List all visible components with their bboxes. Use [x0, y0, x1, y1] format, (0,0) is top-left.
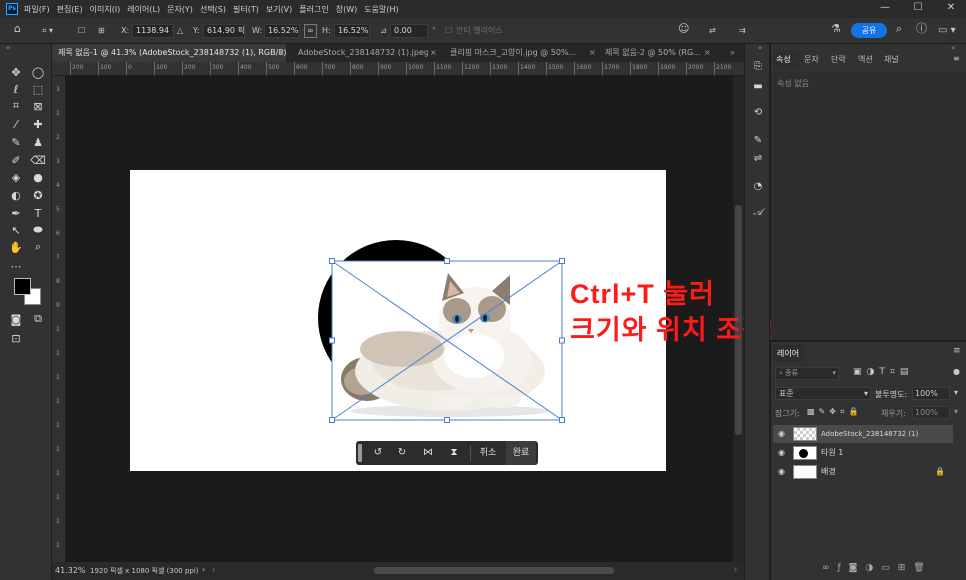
- visibility-eye-icon[interactable]: ◉: [778, 463, 785, 481]
- tab-channels[interactable]: 채널: [884, 54, 899, 65]
- confirm-button[interactable]: 완료: [506, 441, 536, 465]
- visibility-eye-icon[interactable]: ◉: [778, 425, 785, 443]
- collapse-panel-icon[interactable]: «: [951, 44, 955, 52]
- drag-handle[interactable]: [358, 444, 362, 462]
- flip-vertical-icon[interactable]: ⧗: [444, 441, 464, 465]
- lock-label: 잠그기:: [775, 409, 800, 418]
- chevron-down-icon: ▾: [863, 389, 868, 398]
- no-properties-text: 속성 없음: [777, 79, 809, 88]
- layers-menu-icon[interactable]: ≡: [953, 346, 961, 356]
- transform-handle: [444, 417, 450, 423]
- comments-panel-icon[interactable]: ▬: [750, 80, 766, 94]
- expand-dock-icon[interactable]: »: [758, 44, 762, 52]
- history-panel-icon[interactable]: ⟲: [750, 106, 766, 120]
- transform-context-bar: ↺ ↻ ⋈ ⧗ 취소 완료: [356, 441, 538, 465]
- scroll-right-icon[interactable]: ›: [734, 565, 737, 574]
- lock-icons[interactable]: ▩✎✥⌗🔒: [807, 407, 862, 417]
- layer-filter-field[interactable]: ⌕ 종류 ▾: [775, 367, 839, 380]
- rotate-right-icon[interactable]: ↻: [392, 441, 412, 465]
- fill-field[interactable]: 100%: [912, 406, 950, 419]
- layer-thumbnail: [793, 427, 817, 441]
- transform-handle: [444, 258, 450, 264]
- horizontal-scrollbar-thumb[interactable]: [374, 567, 614, 574]
- tab-layers[interactable]: 레이어: [777, 348, 799, 359]
- opacity-label: 불투명도:: [875, 390, 908, 399]
- layer-name: 타원 1: [821, 448, 844, 457]
- layer-row[interactable]: ◉ 배경 🔒: [773, 463, 953, 481]
- chevron-down-icon: ▾: [832, 369, 836, 377]
- transform-handle: [329, 258, 335, 264]
- status-bar: 41.32% 1920 픽셀 x 1080 픽셀 (300 ppi) › ‹ ›: [52, 562, 744, 580]
- panel-dock-strip: » ⎘ ▬ ⟲ ✎ ⇌ ◔ 𝒜: [744, 44, 770, 580]
- tab-paragraph[interactable]: 단락: [831, 54, 846, 65]
- zoom-level[interactable]: 41.32%: [55, 566, 86, 575]
- fill-label: 채우기:: [881, 409, 906, 418]
- ellipse-thumbnail-icon: [799, 449, 808, 458]
- transform-handle: [559, 337, 565, 344]
- tab-properties[interactable]: 속성: [776, 54, 791, 65]
- blend-mode-value: 표준: [779, 389, 794, 398]
- adjustments-panel-icon[interactable]: ⇌: [750, 152, 766, 166]
- opacity-dropdown-icon[interactable]: ▾: [954, 388, 958, 397]
- opacity-field[interactable]: 100%: [912, 387, 950, 400]
- transform-handle: [559, 417, 565, 423]
- transform-handle: [329, 337, 335, 344]
- opacity-value: 100%: [915, 389, 938, 398]
- scroll-left-icon[interactable]: ‹: [212, 565, 215, 574]
- document-info: 1920 픽셀 x 1080 픽셀 (300 ppi): [90, 567, 199, 575]
- visibility-eye-icon[interactable]: ◉: [778, 444, 785, 462]
- tab-actions[interactable]: 액션: [858, 54, 873, 65]
- layer-row[interactable]: ◉ 타원 1: [773, 444, 953, 462]
- layer-name: 배경: [821, 467, 836, 476]
- properties-body: 속성 없음: [771, 72, 966, 340]
- fill-dropdown-icon[interactable]: ▾: [954, 407, 958, 416]
- fill-value: 100%: [915, 408, 938, 417]
- layer-row[interactable]: ◉ AdobeStock_238148732 (1): [773, 425, 953, 443]
- blend-mode-select[interactable]: 표준 ▾: [775, 387, 871, 400]
- transform-handle: [559, 258, 565, 264]
- learn-panel-icon[interactable]: ⎘: [750, 60, 766, 74]
- photoshop-window: Ps 파일(F) 편집(E) 이미지(I) 레이어(L) 문자(Y) 선택(S)…: [0, 0, 966, 580]
- flip-horizontal-icon[interactable]: ⋈: [418, 441, 438, 465]
- layer-name: AdobeStock_238148732 (1): [821, 430, 919, 438]
- filter-toggle-icon[interactable]: ●: [953, 367, 960, 376]
- layer-thumbnail: [793, 465, 817, 479]
- toolbar-divider: [470, 445, 471, 461]
- layer-filter-icons[interactable]: ▣◑T⌗▤: [853, 367, 913, 377]
- paths-panel-icon[interactable]: ◔: [750, 180, 766, 194]
- transform-handle: [329, 417, 335, 423]
- status-menu-arrow[interactable]: ›: [202, 565, 205, 574]
- cancel-button[interactable]: 취소: [474, 441, 502, 465]
- brush-panel-icon[interactable]: ✎: [750, 134, 766, 148]
- lock-icon[interactable]: 🔒: [935, 463, 945, 481]
- shape-layer-thumbnail: [793, 446, 817, 460]
- annotation-line-1: Ctrl+T 눌러: [570, 279, 715, 309]
- layer-filter-label: 종류: [785, 369, 799, 377]
- glyphs-panel-icon[interactable]: 𝒜: [750, 206, 766, 220]
- tab-character[interactable]: 문자: [804, 54, 819, 65]
- layer-panel-footer-icons[interactable]: ∞ƒ◙◑▭⊞🗑: [822, 563, 933, 573]
- panel-menu-icon[interactable]: ≡: [953, 54, 960, 63]
- rotate-left-icon[interactable]: ↺: [368, 441, 388, 465]
